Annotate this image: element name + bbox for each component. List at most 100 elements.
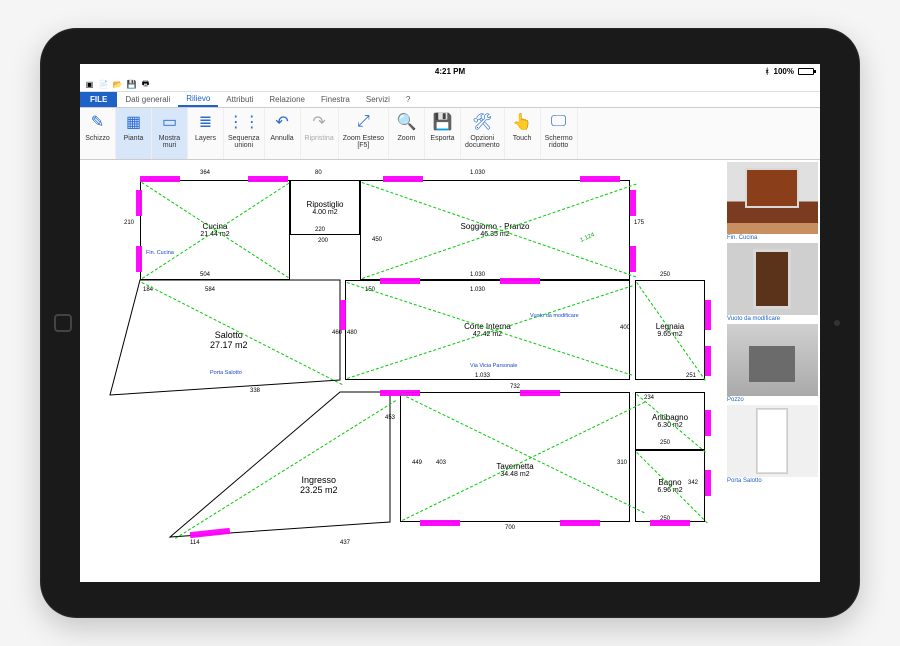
bluetooth-icon: ᚼ xyxy=(765,67,770,76)
ribbon-layers-button[interactable]: ≣ Layers xyxy=(188,108,224,159)
ribbon-ripristina-button[interactable]: ↷ Ripristina xyxy=(301,108,339,159)
floorplan-canvas[interactable]: Cucina 21.44 m2 Ripostiglio 4.00 m2 Sogg… xyxy=(80,160,725,582)
dim-label: 175 xyxy=(634,220,644,226)
battery-percent: 100% xyxy=(774,67,794,76)
measure-marker xyxy=(380,278,420,284)
thumb-caption: Pozzo xyxy=(727,397,818,403)
zoom-icon: 🔍 xyxy=(395,111,417,133)
tab-rilievo[interactable]: Rilievo xyxy=(178,92,218,107)
dim-label: 310 xyxy=(617,460,627,466)
annulla-icon: ↶ xyxy=(271,111,293,133)
tablet-camera xyxy=(834,320,840,326)
room-area: 4.00 m2 xyxy=(307,209,344,216)
ribbon-label: Opzioni documento xyxy=(465,135,500,150)
ribbon-schermo-button[interactable]: 🖵 Schermo ridotto xyxy=(541,108,578,159)
ribbon-opzioni-button[interactable]: 🛠 Opzioni documento xyxy=(461,108,505,159)
opzioni-icon: 🛠 xyxy=(471,111,493,133)
ribbon-schizzo-button[interactable]: ✎Schizzo xyxy=(80,108,116,159)
app-screen: 4:21 PM ᚼ 100% ▣ 📄 📂 💾 🖶 FILE Dati gener… xyxy=(80,64,820,582)
dim-label: 460 xyxy=(332,330,342,336)
tab-help[interactable]: ? xyxy=(398,92,418,107)
dim-label: 200 xyxy=(318,238,328,244)
tab-relazione[interactable]: Relazione xyxy=(261,92,313,107)
measure-marker xyxy=(705,470,711,496)
dim-label: 504 xyxy=(200,272,210,278)
qa-save-icon[interactable]: 💾 xyxy=(126,79,137,90)
tablet-home-button[interactable] xyxy=(54,314,72,332)
sequenza-icon: ⋮⋮ xyxy=(233,111,255,133)
ribbon-zoom-button[interactable]: 🔍 Zoom xyxy=(389,108,425,159)
ribbon-pianta-button[interactable]: ▦Pianta xyxy=(116,108,152,159)
tab-attributi[interactable]: Attributi xyxy=(218,92,261,107)
dim-label: 250 xyxy=(660,440,670,446)
measure-marker xyxy=(340,300,346,330)
dim-label: 1.030 xyxy=(470,287,485,293)
ribbon-label: Layers xyxy=(195,135,216,142)
ribbon-mostra-button[interactable]: ▭Mostra muri xyxy=(152,108,188,159)
ribbon-label: Schermo ridotto xyxy=(545,135,573,150)
ribbon-touch-button[interactable]: 👆 Touch xyxy=(505,108,541,159)
dim-label: 400 xyxy=(620,325,630,331)
dim-label: 584 xyxy=(205,287,215,293)
qa-new-icon[interactable]: 📄 xyxy=(98,79,109,90)
dim-label: 480 xyxy=(347,330,357,336)
ripristina-icon: ↷ xyxy=(308,111,330,133)
room-name: Ripostiglio xyxy=(307,200,344,209)
tab-finestra[interactable]: Finestra xyxy=(313,92,358,107)
measure-marker xyxy=(140,176,180,182)
annotation-porta-salotto[interactable]: Porta Salotto xyxy=(210,370,242,376)
schermo-icon: 🖵 xyxy=(548,111,570,133)
thumb-vuoto[interactable]: Vuoto da modificare xyxy=(727,243,818,322)
thumb-fin_cucina[interactable]: Fin. Cucina xyxy=(727,162,818,241)
touch-icon: 👆 xyxy=(511,111,533,133)
workspace: Cucina 21.44 m2 Ripostiglio 4.00 m2 Sogg… xyxy=(80,160,820,582)
dim-label: 234 xyxy=(644,395,654,401)
measure-marker xyxy=(420,520,460,526)
ribbon-annulla-button[interactable]: ↶ Annulla xyxy=(265,108,301,159)
dim-label: 342 xyxy=(688,480,698,486)
tablet-frame: 4:21 PM ᚼ 100% ▣ 📄 📂 💾 🖶 FILE Dati gener… xyxy=(40,28,860,618)
qa-open-icon[interactable]: 📂 xyxy=(112,79,123,90)
app-icon: ▣ xyxy=(84,79,95,90)
dim-label: 437 xyxy=(340,540,350,546)
dim-label: 1.030 xyxy=(470,272,485,278)
ios-status-bar: 4:21 PM ᚼ 100% xyxy=(80,64,820,78)
measure-marker xyxy=(500,278,540,284)
dim-label: 1.030 xyxy=(470,170,485,176)
ribbon-label: Pianta xyxy=(124,135,144,142)
layers-icon: ≣ xyxy=(195,111,217,133)
annotation-fin-cucina[interactable]: Fin. Cucina xyxy=(146,250,174,256)
measure-marker xyxy=(380,390,420,396)
room-tavernetta[interactable]: Tavernetta 34.48 m2 xyxy=(400,392,630,522)
room-ingresso[interactable]: Ingresso 23.25 m2 xyxy=(300,475,338,495)
ribbon-sequenza-button[interactable]: ⋮⋮ Sequenza unioni xyxy=(224,108,265,159)
tab-servizi[interactable]: Servizi xyxy=(358,92,398,107)
ribbon-label: Touch xyxy=(513,135,532,142)
ribbon-label: Annulla xyxy=(270,135,293,142)
tab-dati-generali[interactable]: Dati generali xyxy=(117,92,178,107)
ribbon-label: Zoom Esteso [F5] xyxy=(343,135,384,150)
dim-label: 449 xyxy=(412,460,422,466)
qa-print-icon[interactable]: 🖶 xyxy=(140,79,151,90)
ribbon-toolbar: ✎Schizzo▦Pianta▭Mostra muri ≣ Layers ⋮⋮ Sequ… xyxy=(80,108,820,160)
dim-label: 453 xyxy=(385,415,395,421)
measure-marker xyxy=(520,390,560,396)
ribbon-label: Zoom xyxy=(398,135,416,142)
dim-label: 210 xyxy=(124,220,134,226)
ribbon-label: Mostra muri xyxy=(159,135,180,150)
dim-label: 114 xyxy=(190,540,200,546)
thumb-pozzo[interactable]: Pozzo xyxy=(727,324,818,403)
status-right: ᚼ 100% xyxy=(765,67,814,76)
thumb-image xyxy=(727,243,818,315)
annotation-via-vicia[interactable]: Via Vicia Parsonale xyxy=(470,363,518,369)
ribbon-label: Ripristina xyxy=(305,135,334,142)
room-name: Tavernetta xyxy=(496,462,533,471)
ribbon-esporta-button[interactable]: 💾Esporta xyxy=(425,108,461,159)
measure-marker xyxy=(136,190,142,216)
measure-marker xyxy=(630,246,636,272)
dim-label: 403 xyxy=(436,460,446,466)
thumb-porta_salotto[interactable]: Porta Salotto xyxy=(727,405,818,484)
ribbon-label: Sequenza unioni xyxy=(228,135,260,150)
ribbon-zoomest-button[interactable]: ⤢Zoom Esteso [F5] xyxy=(339,108,389,159)
file-tab[interactable]: FILE xyxy=(80,92,117,107)
